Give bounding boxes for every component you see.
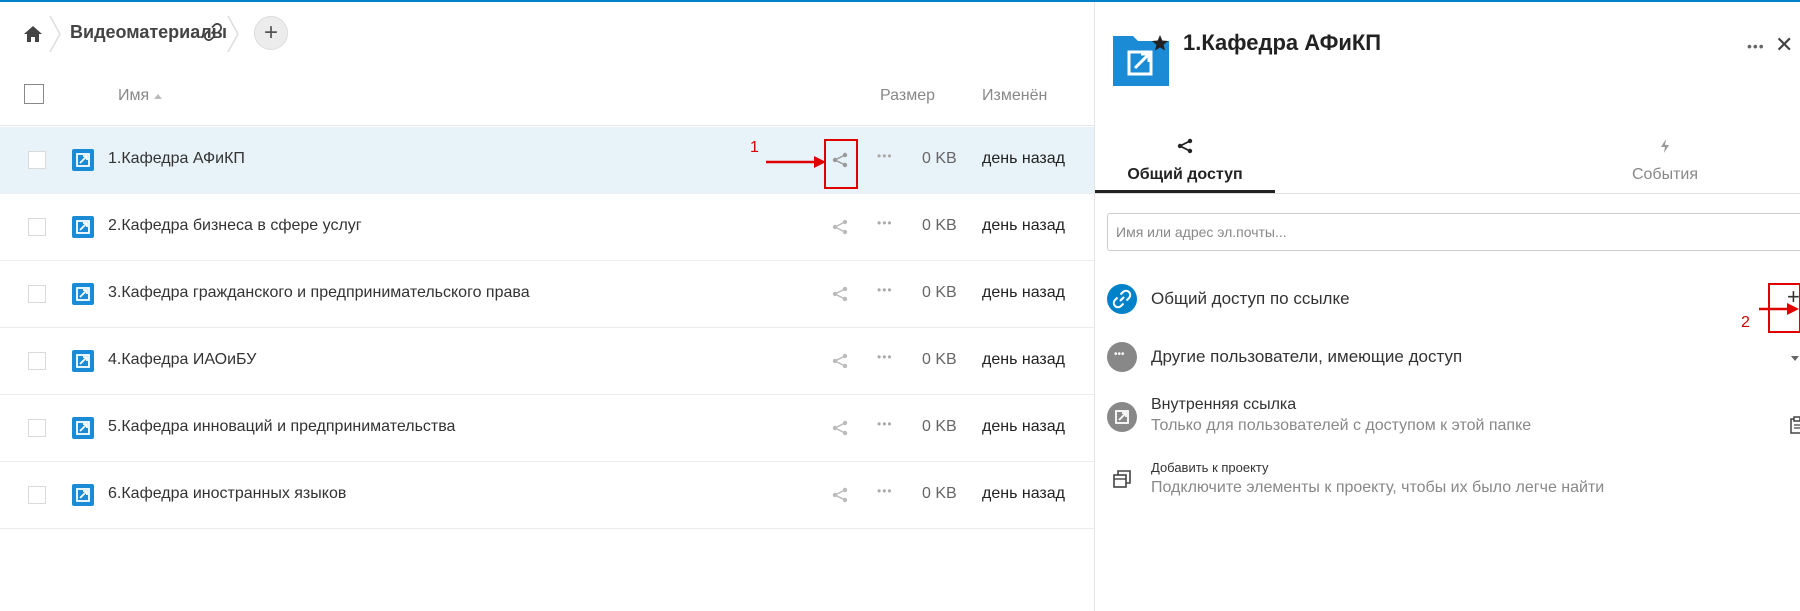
more-icon[interactable]: ••• [877, 283, 897, 297]
file-modified: день назад [982, 351, 1065, 368]
annotation-arrow [766, 156, 826, 168]
other-users-row[interactable]: ••• Другие пользователи, имеющие доступ [1107, 342, 1800, 382]
table-row[interactable]: 4.Кафедра ИАОиБУ ••• 0 KB день назад [0, 328, 1094, 395]
favorite-star-icon[interactable] [1151, 34, 1169, 52]
file-name[interactable]: 1.Кафедра АФиКП [108, 150, 245, 168]
active-tab-indicator [1095, 190, 1275, 193]
tab-activity[interactable]: События [1575, 132, 1755, 194]
file-modified: день назад [982, 217, 1065, 234]
add-to-project-row[interactable]: Добавить к проекту Подключите элементы к… [1107, 460, 1800, 510]
select-all-checkbox[interactable] [24, 84, 44, 104]
shared-folder-icon [72, 417, 94, 439]
file-modified: день назад [982, 150, 1065, 167]
share-icon[interactable] [832, 219, 848, 235]
table-row[interactable]: 2.Кафедра бизнеса в сфере услуг ••• 0 KB… [0, 194, 1094, 261]
activity-icon [1661, 139, 1669, 153]
add-to-project-description: Подключите элементы к проекту, чтобы их … [1151, 479, 1605, 496]
chevron-down-icon[interactable] [1791, 356, 1799, 361]
file-name[interactable]: 2.Кафедра бизнеса в сфере услуг [108, 217, 362, 235]
link-share-row: Общий доступ по ссылке + [1107, 284, 1800, 324]
row-checkbox[interactable] [28, 419, 46, 437]
file-name[interactable]: 3.Кафедра гражданского и предприниматель… [108, 284, 530, 302]
shared-folder-icon [72, 283, 94, 305]
file-size: 0 KB [922, 351, 957, 368]
file-modified: день назад [982, 418, 1065, 435]
breadcrumb-separator [227, 16, 239, 52]
home-icon[interactable] [24, 26, 42, 42]
file-modified: день назад [982, 284, 1065, 301]
breadcrumb: Видеоматериалы + [0, 2, 1094, 64]
shared-folder-icon [72, 350, 94, 372]
file-modified: день назад [982, 485, 1065, 502]
row-checkbox[interactable] [28, 352, 46, 370]
file-size: 0 KB [922, 418, 957, 435]
more-icon[interactable]: ••• [1747, 38, 1765, 54]
file-list-panel: Видеоматериалы + Имя Размер Изменён 1.Ка… [0, 2, 1094, 611]
column-name-header[interactable]: Имя [118, 87, 149, 105]
shared-folder-icon [72, 149, 94, 171]
annotation-highlight-box [824, 139, 858, 189]
file-name[interactable]: 4.Кафедра ИАОиБУ [108, 351, 256, 369]
share-icon [1177, 138, 1193, 154]
internal-link-row: Внутренняя ссылка Только для пользовател… [1107, 396, 1800, 446]
file-name[interactable]: 5.Кафедра инноваций и предпринимательств… [108, 418, 455, 436]
column-modified-header[interactable]: Изменён [982, 87, 1047, 105]
annotation-number: 2 [1741, 314, 1750, 331]
more-icon[interactable]: ••• [877, 417, 897, 431]
row-checkbox[interactable] [28, 285, 46, 303]
file-size: 0 KB [922, 217, 957, 234]
close-icon[interactable]: ✕ [1775, 32, 1793, 58]
annotation-highlight-box [1768, 283, 1800, 333]
file-list-header: Имя Размер Изменён [0, 64, 1094, 126]
column-size-header[interactable]: Размер [880, 87, 935, 105]
row-checkbox[interactable] [28, 218, 46, 236]
project-icon [1113, 470, 1131, 488]
link-icon [1107, 284, 1137, 314]
table-row[interactable]: 6.Кафедра иностранных языков ••• 0 KB де… [0, 462, 1094, 529]
details-sidebar: 1.Кафедра АФиКП ••• ✕ Общий доступ Событ… [1094, 2, 1800, 611]
sidebar-tabs: Общий доступ События [1095, 132, 1800, 194]
internal-link-label: Внутренняя ссылка [1151, 396, 1297, 413]
file-name[interactable]: 6.Кафедра иностранных языков [108, 485, 346, 503]
link-icon[interactable] [204, 23, 222, 41]
sidebar-title: 1.Кафедра АФиКП [1183, 30, 1382, 55]
new-button[interactable]: + [254, 16, 288, 50]
table-row[interactable]: 1.Кафедра АФиКП ••• 0 KB день назад [0, 127, 1094, 194]
more-icon[interactable]: ••• [877, 216, 897, 230]
sort-ascending-icon [154, 94, 162, 99]
share-search-input[interactable] [1107, 213, 1800, 251]
external-link-icon [1107, 402, 1137, 432]
breadcrumb-separator [49, 16, 61, 52]
clipboard-icon[interactable] [1790, 416, 1800, 434]
other-users-label: Другие пользователи, имеющие доступ [1151, 347, 1463, 366]
row-checkbox[interactable] [28, 151, 46, 169]
shared-folder-icon [72, 484, 94, 506]
share-icon[interactable] [832, 487, 848, 503]
share-icon[interactable] [832, 420, 848, 436]
file-size: 0 KB [922, 485, 957, 502]
tab-sharing[interactable]: Общий доступ [1095, 132, 1275, 194]
internal-link-description: Только для пользователей с доступом к эт… [1151, 417, 1532, 434]
more-icon[interactable]: ••• [877, 484, 897, 498]
file-size: 0 KB [922, 150, 957, 167]
tab-label: События [1631, 166, 1699, 183]
share-icon[interactable] [832, 286, 848, 302]
shared-folder-icon [72, 216, 94, 238]
table-row[interactable]: 5.Кафедра инноваций и предпринимательств… [0, 395, 1094, 462]
more-icon[interactable]: ••• [877, 149, 897, 163]
file-size: 0 KB [922, 284, 957, 301]
annotation-number: 1 [750, 139, 759, 156]
add-to-project-label: Добавить к проекту [1151, 460, 1269, 475]
link-share-label: Общий доступ по ссылке [1151, 289, 1350, 308]
tab-label: Общий доступ [1127, 166, 1243, 183]
table-row[interactable]: 3.Кафедра гражданского и предприниматель… [0, 261, 1094, 328]
more-icon: ••• [1107, 342, 1137, 372]
row-checkbox[interactable] [28, 486, 46, 504]
more-icon[interactable]: ••• [877, 350, 897, 364]
share-icon[interactable] [832, 353, 848, 369]
